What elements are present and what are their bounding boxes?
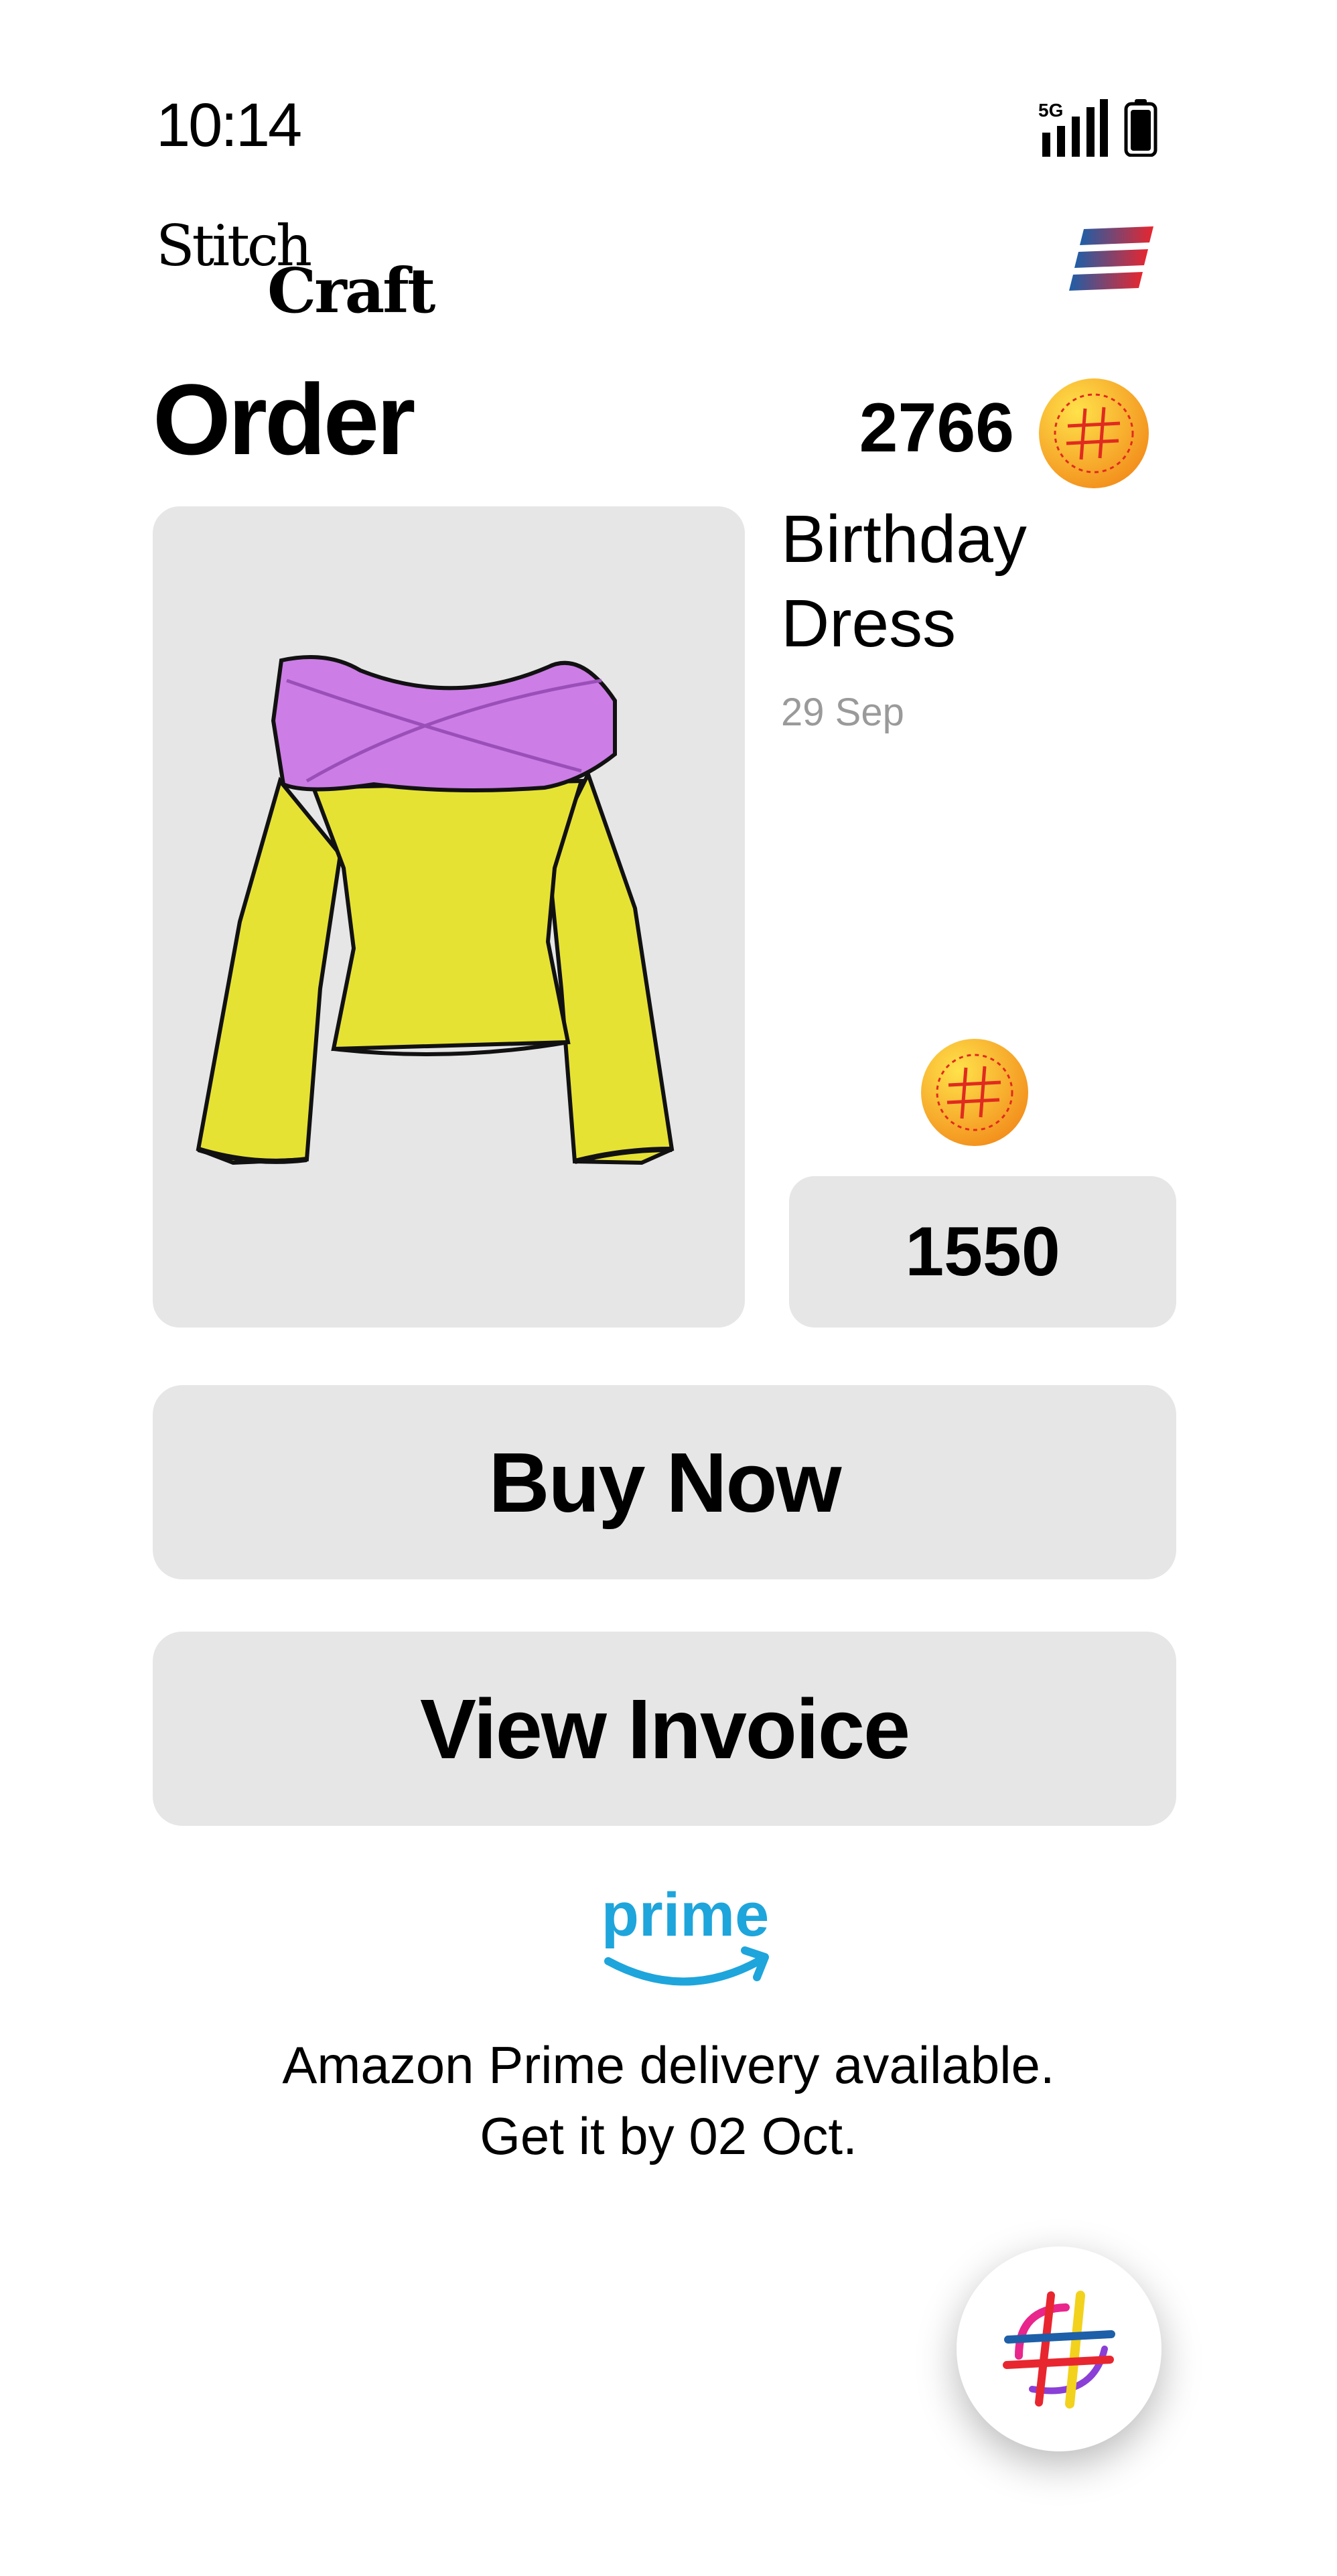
price-box: 1550 [789, 1176, 1176, 1328]
product-image[interactable] [153, 506, 745, 1328]
delivery-line-1: Amazon Prime delivery available. [282, 2035, 1055, 2094]
coin-balance: 2766 [859, 389, 1014, 467]
coin-icon [1037, 376, 1151, 490]
prime-logo: prime [595, 1875, 776, 1996]
delivery-info: Amazon Prime delivery available. Get it … [0, 2029, 1337, 2171]
product-price: 1550 [905, 1212, 1060, 1291]
stitch-logo-icon [1003, 2291, 1115, 2409]
signal-icon: 5G [1038, 99, 1108, 157]
prime-logo-text: prime [602, 1881, 770, 1949]
network-label: 5G [1038, 100, 1063, 121]
product-name: Birthday Dress [781, 502, 1027, 661]
coin-icon [919, 1037, 1030, 1148]
stitch-fab-button[interactable] [957, 2246, 1162, 2451]
dress-illustration [196, 655, 675, 1165]
menu-button[interactable] [1069, 225, 1156, 295]
view-invoice-button[interactable]: View Invoice [153, 1632, 1176, 1826]
delivery-line-2: Get it by 02 Oct. [480, 2106, 857, 2165]
brand-logo[interactable]: Stitch Craft [156, 213, 437, 327]
battery-icon [1124, 99, 1157, 157]
buy-now-button[interactable]: Buy Now [153, 1385, 1176, 1579]
menu-icon [1069, 226, 1153, 291]
order-date: 29 Sep [781, 691, 904, 734]
status-icons: 5G [1038, 99, 1157, 157]
status-time: 10:14 [156, 91, 302, 159]
page-title: Order [153, 363, 415, 476]
brand-logo-line2: Craft [267, 255, 435, 327]
